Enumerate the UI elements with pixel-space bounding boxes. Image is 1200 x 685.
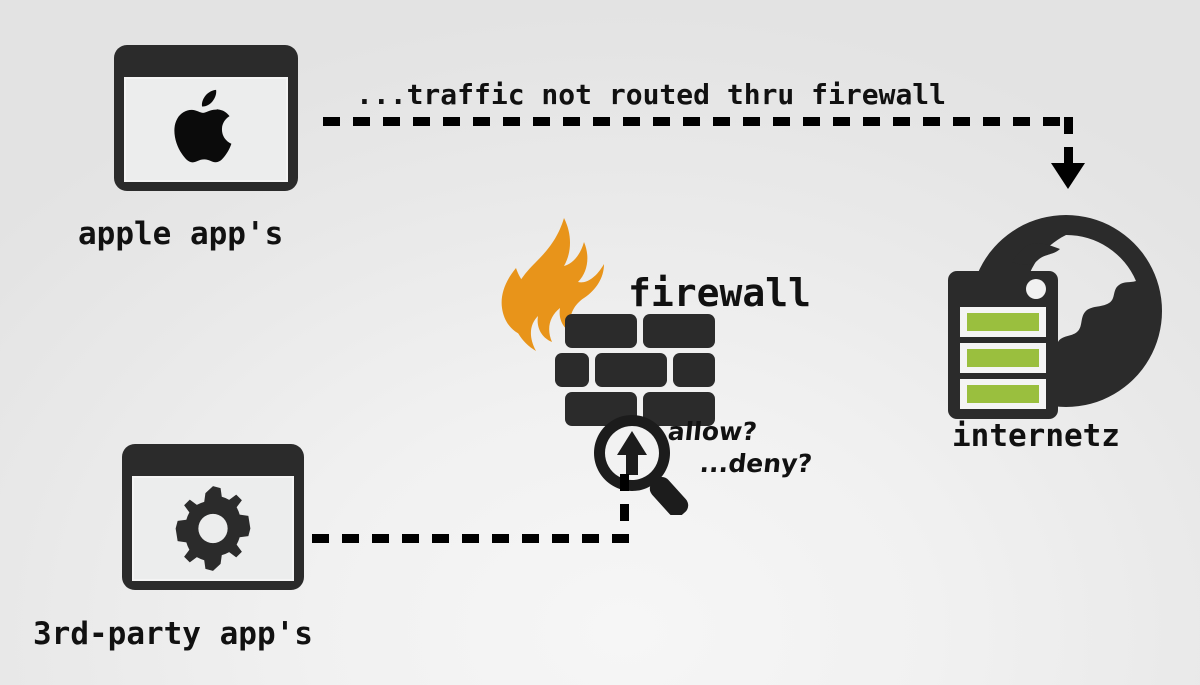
firewall-deny-text: ...deny? bbox=[698, 449, 814, 478]
brick bbox=[565, 314, 637, 348]
apple-app-window-screen bbox=[124, 77, 288, 182]
firewall-label: firewall bbox=[628, 271, 812, 315]
apple-logo-icon bbox=[174, 89, 232, 163]
third-party-apps-label: 3rd-party app's bbox=[33, 616, 313, 652]
globe-server-icon bbox=[948, 215, 1163, 419]
server-led bbox=[967, 313, 1039, 331]
edge-bypass-vertical-line bbox=[1064, 117, 1073, 165]
edge-bypass-horizontal-line bbox=[323, 117, 1073, 126]
server-rack-icon bbox=[948, 271, 1058, 419]
brick bbox=[595, 353, 667, 387]
arrow-down-icon bbox=[1051, 163, 1085, 189]
internetz-label: internetz bbox=[952, 418, 1120, 454]
apple-app-window-icon bbox=[114, 45, 298, 191]
brick bbox=[673, 353, 715, 387]
third-party-app-window-screen bbox=[132, 476, 294, 581]
gear-icon bbox=[175, 486, 251, 571]
third-party-app-window-icon bbox=[122, 444, 304, 590]
apple-apps-label: apple app's bbox=[78, 216, 284, 252]
edge-bypass-label: ...traffic not routed thru firewall bbox=[356, 78, 947, 111]
server-led bbox=[967, 349, 1039, 367]
server-led bbox=[967, 385, 1039, 403]
edge-inspected-vertical-line bbox=[620, 474, 629, 538]
flame-icon bbox=[501, 218, 604, 351]
brick bbox=[555, 353, 589, 387]
brick bbox=[643, 314, 715, 348]
firewall-allow-text: allow? bbox=[666, 417, 759, 446]
diagram-canvas: apple app's 3rd-party app's firewall all… bbox=[0, 0, 1200, 685]
edge-inspected-horizontal-line bbox=[312, 534, 629, 543]
